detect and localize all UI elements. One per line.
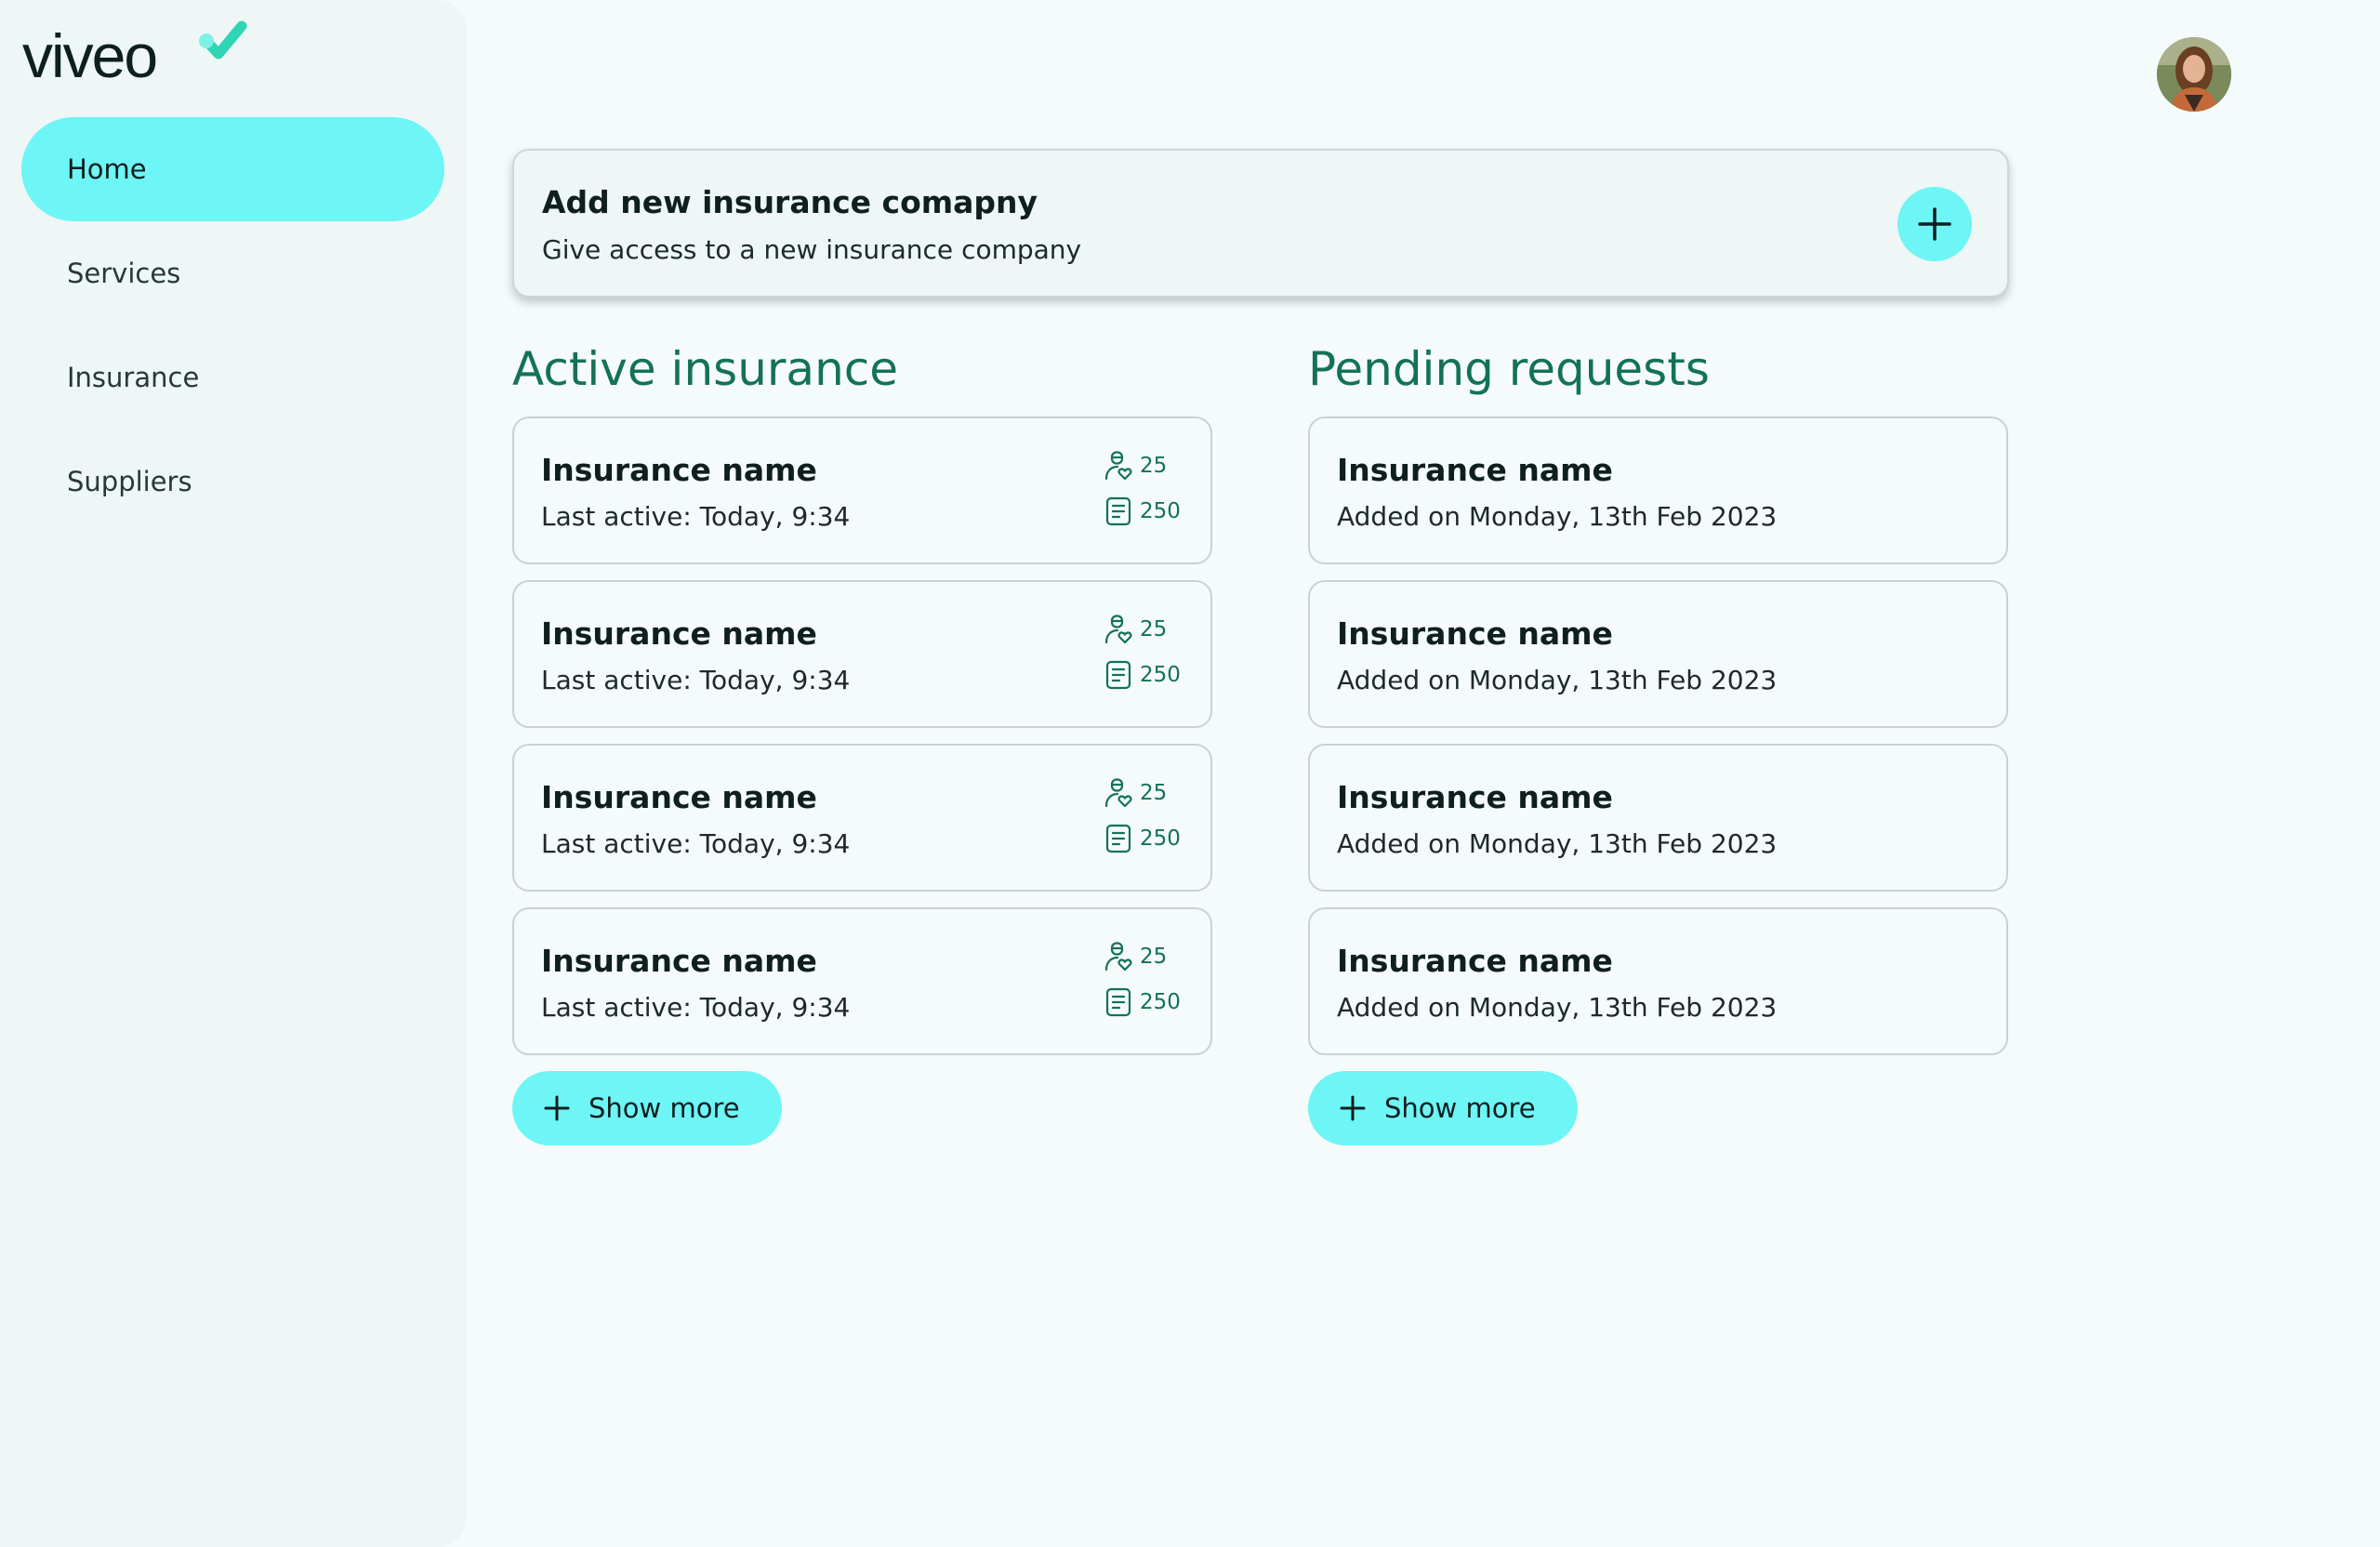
insurance-name: Insurance name — [1337, 943, 1613, 979]
add-card-subtitle: Give access to a new insurance company — [542, 234, 1082, 265]
nav-item-suppliers[interactable]: Suppliers — [21, 430, 444, 534]
users-count: 25 — [1104, 449, 1167, 483]
insurance-last-active: Last active: Today, 9:34 — [541, 665, 851, 695]
sidebar: viveo Home Services Insurance Suppliers — [0, 0, 467, 1547]
request-added-date: Added on Monday, 13th Feb 2023 — [1337, 828, 1778, 859]
insurance-name: Insurance name — [541, 779, 817, 815]
person-heart-icon — [1104, 615, 1132, 644]
request-added-date: Added on Monday, 13th Feb 2023 — [1337, 501, 1778, 532]
users-count: 25 — [1104, 776, 1167, 810]
person-heart-icon — [1104, 942, 1132, 972]
documents-count: 250 — [1104, 985, 1181, 1019]
document-icon — [1105, 987, 1131, 1017]
documents-count: 250 — [1104, 658, 1181, 692]
document-icon — [1105, 660, 1131, 690]
active-insurance-card[interactable]: Insurance name Last active: Today, 9:34 … — [512, 416, 1212, 564]
insurance-last-active: Last active: Today, 9:34 — [541, 828, 851, 859]
nav-item-insurance[interactable]: Insurance — [21, 325, 444, 430]
viveo-logo[interactable]: viveo — [22, 19, 247, 93]
users-count: 25 — [1104, 613, 1167, 646]
users-count: 25 — [1104, 940, 1167, 973]
active-insurance-title: Active insurance — [512, 342, 899, 396]
user-avatar[interactable] — [2157, 37, 2231, 112]
nav-item-label: Services — [67, 258, 181, 289]
request-added-date: Added on Monday, 13th Feb 2023 — [1337, 992, 1778, 1023]
users-count-value: 25 — [1140, 945, 1168, 969]
users-count-value: 25 — [1140, 781, 1168, 805]
logo-heart-icon — [199, 20, 247, 60]
document-icon — [1105, 496, 1131, 526]
insurance-name: Insurance name — [541, 452, 817, 488]
documents-count: 250 — [1104, 495, 1181, 528]
add-insurance-button[interactable] — [1897, 187, 1972, 261]
nav-item-services[interactable]: Services — [21, 221, 444, 325]
insurance-last-active: Last active: Today, 9:34 — [541, 992, 851, 1023]
pending-request-card[interactable]: Insurance name Added on Monday, 13th Feb… — [1308, 907, 2008, 1055]
plus-icon — [544, 1095, 570, 1121]
main-nav: Home Services Insurance Suppliers — [21, 117, 444, 534]
insurance-name: Insurance name — [541, 615, 817, 652]
add-card-title: Add new insurance comapny — [542, 184, 1038, 220]
logo-wordmark: viveo — [22, 21, 158, 90]
document-icon — [1105, 824, 1131, 853]
pending-show-more-button[interactable]: Show more — [1308, 1071, 1578, 1145]
add-insurance-card[interactable]: Add new insurance comapny Give access to… — [512, 149, 2009, 298]
nav-item-home[interactable]: Home — [21, 117, 444, 221]
person-heart-icon — [1104, 451, 1132, 481]
pending-request-card[interactable]: Insurance name Added on Monday, 13th Feb… — [1308, 416, 2008, 564]
nav-item-label: Home — [67, 153, 147, 185]
active-insurance-card[interactable]: Insurance name Last active: Today, 9:34 … — [512, 580, 1212, 728]
active-insurance-card[interactable]: Insurance name Last active: Today, 9:34 … — [512, 907, 1212, 1055]
documents-count-value: 250 — [1140, 826, 1181, 851]
active-insurance-card[interactable]: Insurance name Last active: Today, 9:34 … — [512, 744, 1212, 892]
insurance-name: Insurance name — [1337, 779, 1613, 815]
pending-requests-title: Pending requests — [1308, 342, 1710, 396]
insurance-name: Insurance name — [541, 943, 817, 979]
users-count-value: 25 — [1140, 454, 1168, 478]
show-more-label: Show more — [1384, 1092, 1536, 1124]
insurance-name: Insurance name — [1337, 452, 1613, 488]
person-heart-icon — [1104, 778, 1132, 808]
plus-icon — [1340, 1095, 1366, 1121]
pending-request-card[interactable]: Insurance name Added on Monday, 13th Feb… — [1308, 580, 2008, 728]
plus-icon — [1918, 207, 1951, 241]
insurance-name: Insurance name — [1337, 615, 1613, 652]
nav-item-label: Suppliers — [67, 466, 192, 497]
request-added-date: Added on Monday, 13th Feb 2023 — [1337, 665, 1778, 695]
pending-request-card[interactable]: Insurance name Added on Monday, 13th Feb… — [1308, 744, 2008, 892]
users-count-value: 25 — [1140, 617, 1168, 641]
show-more-label: Show more — [588, 1092, 740, 1124]
documents-count-value: 250 — [1140, 663, 1181, 687]
documents-count: 250 — [1104, 822, 1181, 855]
documents-count-value: 250 — [1140, 990, 1181, 1014]
nav-item-label: Insurance — [67, 362, 200, 393]
avatar-portrait-icon — [2157, 37, 2231, 112]
active-show-more-button[interactable]: Show more — [512, 1071, 782, 1145]
documents-count-value: 250 — [1140, 499, 1181, 523]
insurance-last-active: Last active: Today, 9:34 — [541, 501, 851, 532]
